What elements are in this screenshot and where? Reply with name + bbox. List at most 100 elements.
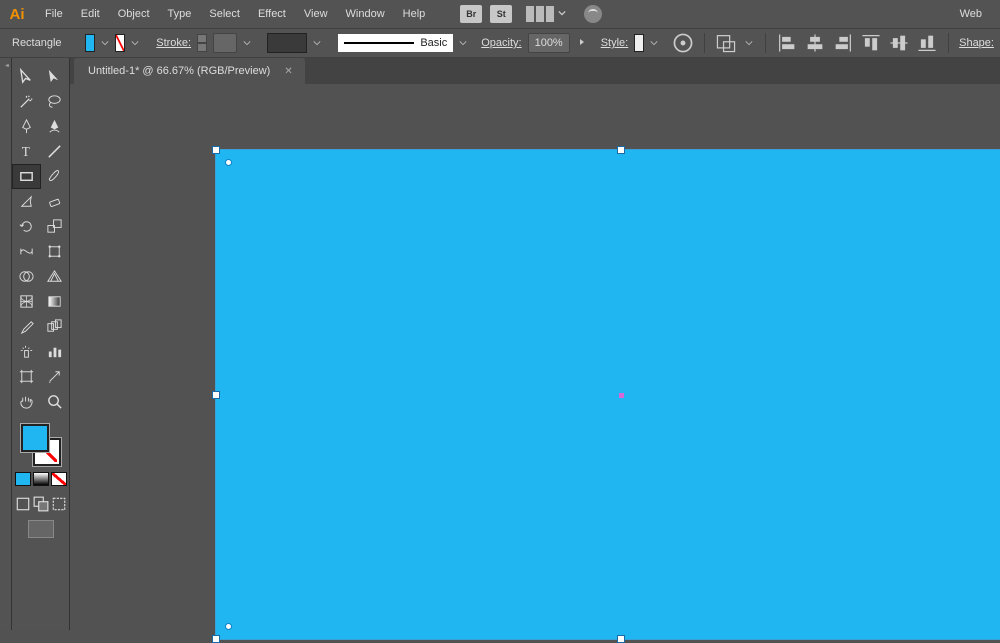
zoom-tool[interactable]	[41, 389, 70, 414]
separator	[704, 33, 705, 53]
menu-file[interactable]: File	[36, 2, 72, 26]
color-mode-gradient[interactable]	[33, 472, 49, 486]
eraser-tool[interactable]	[41, 189, 70, 214]
fill-swatch[interactable]	[85, 34, 95, 52]
perspective-grid-tool[interactable]	[41, 264, 70, 289]
app-logo: Ai	[4, 0, 30, 28]
menu-edit[interactable]: Edit	[72, 2, 109, 26]
color-mode-solid[interactable]	[15, 472, 31, 486]
align-right-icon[interactable]	[832, 32, 854, 54]
lasso-tool[interactable]	[41, 89, 70, 114]
align-left-icon[interactable]	[776, 32, 798, 54]
column-graph-tool[interactable]	[41, 339, 70, 364]
corner-widget-sw[interactable]	[225, 623, 232, 630]
selected-rectangle[interactable]	[216, 150, 1000, 639]
free-transform-tool[interactable]	[41, 239, 70, 264]
direct-selection-tool[interactable]	[41, 64, 70, 89]
artboard-tool[interactable]	[12, 364, 41, 389]
stroke-weight-input[interactable]	[213, 33, 237, 53]
style-dd[interactable]	[650, 39, 658, 47]
fill-dropdown[interactable]	[101, 39, 109, 47]
eyedropper-tool[interactable]	[12, 314, 41, 339]
menu-help[interactable]: Help	[394, 2, 435, 26]
stroke-preview-line	[344, 42, 414, 44]
workspace-switcher[interactable]: Web	[954, 4, 988, 24]
blend-tool[interactable]	[41, 314, 70, 339]
color-mode-row	[15, 472, 67, 486]
resize-handle-w[interactable]	[212, 391, 220, 399]
paintbrush-tool[interactable]	[41, 164, 70, 189]
scale-tool[interactable]	[41, 214, 70, 239]
fill-color-box[interactable]	[21, 424, 49, 452]
document-tabbar: Untitled-1* @ 66.67% (RGB/Preview) ✕	[70, 58, 1000, 84]
shape-builder-tool[interactable]	[12, 264, 41, 289]
resize-handle-sw[interactable]	[212, 635, 220, 643]
shaper-tool[interactable]	[12, 189, 41, 214]
stroke-weight-stepper[interactable]	[197, 34, 207, 52]
opacity-value[interactable]: 100%	[528, 33, 570, 53]
align-top-icon[interactable]	[860, 32, 882, 54]
corner-widget-nw[interactable]	[225, 159, 232, 166]
canvas-area: Untitled-1* @ 66.67% (RGB/Preview) ✕	[70, 58, 1000, 630]
fill-stroke-swatches[interactable]	[19, 424, 63, 466]
hand-tool[interactable]	[12, 389, 41, 414]
menu-window[interactable]: Window	[337, 2, 394, 26]
symbol-sprayer-tool[interactable]	[12, 339, 41, 364]
stock-button[interactable]: St	[490, 5, 512, 23]
selection-tool[interactable]	[12, 64, 41, 89]
magic-wand-tool[interactable]	[12, 89, 41, 114]
recolor-artwork-icon[interactable]	[672, 32, 694, 54]
document-tab[interactable]: Untitled-1* @ 66.67% (RGB/Preview) ✕	[74, 58, 305, 84]
style-swatch[interactable]	[634, 34, 644, 52]
draw-normal-icon[interactable]	[15, 496, 31, 512]
align-dd[interactable]	[743, 39, 755, 47]
panel-collapse-tab[interactable]	[0, 58, 12, 630]
stroke-weight-dd[interactable]	[243, 39, 251, 47]
menu-type[interactable]: Type	[159, 2, 201, 26]
menu-items: File Edit Object Type Select Effect View…	[36, 2, 434, 26]
draw-behind-icon[interactable]	[33, 496, 49, 512]
menu-select[interactable]: Select	[200, 2, 249, 26]
draw-modes	[15, 496, 67, 512]
stroke-swatch[interactable]	[115, 34, 125, 52]
shape-section-label: Shape:	[959, 37, 994, 49]
menu-object[interactable]: Object	[109, 2, 159, 26]
align-vcenter-icon[interactable]	[888, 32, 910, 54]
menu-effect[interactable]: Effect	[249, 2, 295, 26]
center-point[interactable]	[619, 393, 624, 398]
resize-handle-n[interactable]	[617, 146, 625, 154]
resize-handle-s[interactable]	[617, 635, 625, 643]
menu-view[interactable]: View	[295, 2, 337, 26]
type-tool[interactable]: T	[12, 139, 41, 164]
rotate-tool[interactable]	[12, 214, 41, 239]
resize-handle-nw[interactable]	[212, 146, 220, 154]
arrange-documents-button[interactable]	[526, 6, 554, 22]
curvature-tool[interactable]	[41, 114, 70, 139]
canvas-viewport[interactable]	[70, 84, 1000, 630]
align-bottom-icon[interactable]	[916, 32, 938, 54]
gpu-performance-icon[interactable]	[584, 5, 602, 23]
brush-dd[interactable]	[459, 39, 467, 47]
mesh-tool[interactable]	[12, 289, 41, 314]
opacity-flyout[interactable]	[578, 37, 586, 50]
stroke-dropdown[interactable]	[131, 39, 139, 47]
bridge-button[interactable]: Br	[460, 5, 482, 23]
slice-tool[interactable]	[41, 364, 70, 389]
toolbox: T	[12, 58, 70, 630]
rectangle-tool[interactable]	[12, 164, 41, 189]
brush-definition[interactable]: Basic	[338, 34, 453, 52]
var-width-dd[interactable]	[313, 39, 321, 47]
pen-tool[interactable]	[12, 114, 41, 139]
width-tool[interactable]	[12, 239, 41, 264]
draw-inside-icon[interactable]	[51, 496, 67, 512]
line-segment-tool[interactable]	[41, 139, 70, 164]
gradient-tool[interactable]	[41, 289, 70, 314]
workspace: T	[0, 58, 1000, 630]
color-mode-none[interactable]	[51, 472, 67, 486]
close-tab-icon[interactable]: ✕	[284, 66, 292, 77]
brush-label: Basic	[420, 37, 447, 49]
var-width-profile[interactable]	[267, 33, 308, 53]
screen-mode-button[interactable]	[28, 520, 54, 538]
align-hcenter-icon[interactable]	[804, 32, 826, 54]
align-to-selection-icon[interactable]	[715, 32, 737, 54]
